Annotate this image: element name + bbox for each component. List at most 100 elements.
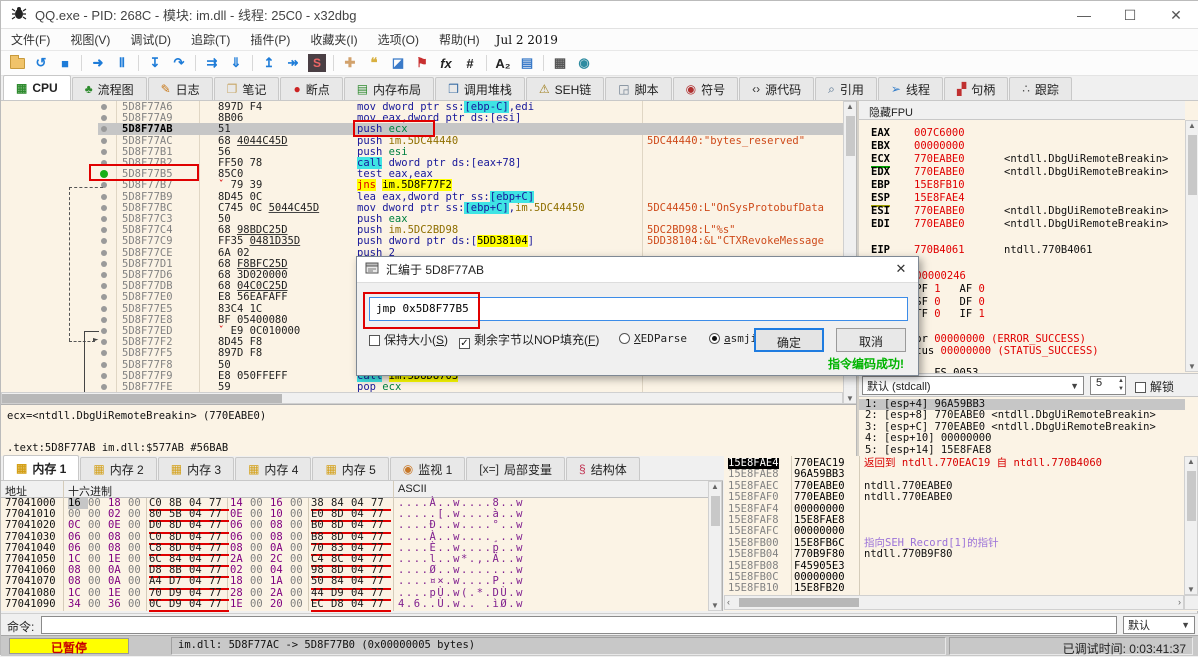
- disasm-row[interactable]: 5D8F77B7 ˇ 79 39 jns im.5D8F77F2: [1, 179, 843, 192]
- highlight-mode-icon[interactable]: A₂: [492, 53, 514, 73]
- tab-断点[interactable]: ● 断点: [280, 77, 343, 100]
- memory-row[interactable]: 77041070 08 00 0A 00 A4 D7 04 77 18 00 1A 00 50 84 04 77…: [1, 576, 708, 590]
- stop-icon[interactable]: ■: [54, 53, 76, 73]
- animate-into-icon[interactable]: ⇉: [201, 53, 223, 73]
- tab-内存 1[interactable]: ▦ 内存 1: [3, 455, 80, 480]
- row-dot[interactable]: [101, 328, 107, 334]
- disasm-row[interactable]: 5D8F77C4 68 98BDC25D push im.5DC2BD98 5DC2B…: [1, 224, 843, 236]
- internet-icon[interactable]: ◉: [573, 53, 595, 73]
- row-dot[interactable]: [101, 339, 107, 346]
- row-dot[interactable]: [101, 126, 107, 133]
- close-button[interactable]: ✕: [1153, 1, 1198, 29]
- dialog-close-icon[interactable]: ✕: [892, 261, 910, 279]
- register-row[interactable]: ESI 770EABE0 <ntdll.DbgUiRemoteBreakin>: [859, 205, 1185, 218]
- labels-icon[interactable]: ◪: [387, 53, 409, 73]
- row-dot[interactable]: [101, 238, 107, 245]
- row-dot[interactable]: [101, 372, 107, 379]
- xedparse-radio[interactable]: XEDParse: [619, 331, 687, 345]
- row-dot[interactable]: [101, 272, 107, 278]
- tab-SEH链[interactable]: ⚠ SEH链: [525, 77, 605, 100]
- arg-count-stepper[interactable]: 5 ▲ ▼: [1090, 376, 1126, 395]
- tab-结构体[interactable]: § 结构体: [566, 457, 640, 480]
- row-dot[interactable]: [101, 305, 107, 312]
- fill-nop-checkbox[interactable]: ✓ 剩余字节以NOP填充(F): [459, 331, 599, 349]
- ok-button[interactable]: 确定: [754, 328, 824, 352]
- patches-icon[interactable]: ✚: [339, 53, 361, 73]
- tab-引用[interactable]: ⌕ 引用: [815, 77, 877, 100]
- row-dot[interactable]: [101, 137, 107, 144]
- disasm-row[interactable]: 5D8F77B9 8D45 0C lea eax,dword ptr ss:[ebp…: [1, 190, 843, 203]
- command-input[interactable]: [41, 616, 1117, 634]
- tab-线程[interactable]: ➢ 线程: [877, 77, 943, 100]
- tab-流程图[interactable]: ♣ 流程图: [71, 77, 147, 100]
- menu-item[interactable]: 选项(O): [368, 29, 429, 50]
- stack-row[interactable]: 15E8FB08 F45905E3: [724, 560, 1184, 572]
- stack-row[interactable]: 15E8FB00 15E8FB6C 指向SEH_Record[1]的指针: [724, 537, 1184, 549]
- stack-row[interactable]: 15E8FB10 15E8FB20: [724, 582, 1184, 594]
- menu-item[interactable]: 视图(V): [60, 29, 120, 50]
- row-dot[interactable]: [101, 350, 107, 357]
- unlock-checkbox[interactable]: 解锁: [1135, 378, 1174, 395]
- row-dot[interactable]: [101, 283, 107, 290]
- minimize-button[interactable]: —: [1061, 1, 1107, 29]
- stack-row[interactable]: 15E8FB0C 00000000: [724, 571, 1184, 583]
- tab-笔记[interactable]: ❐ 笔记: [213, 77, 280, 100]
- row-dot[interactable]: [101, 227, 107, 234]
- arg-row[interactable]: 5: [esp+14] 15E8FAE8: [859, 444, 1185, 456]
- tab-内存 5[interactable]: ▦ 内存 5: [312, 457, 389, 480]
- stack-row[interactable]: 15E8FAF0 770EABE0 ntdll.770EABE0: [724, 491, 1184, 503]
- hide-fpu-button[interactable]: 隐藏FPU: [859, 101, 1185, 120]
- row-dot[interactable]: [101, 384, 107, 390]
- row-dot[interactable]: [101, 316, 107, 323]
- tab-内存 4[interactable]: ▦ 内存 4: [235, 457, 312, 480]
- tab-内存 2[interactable]: ▦ 内存 2: [80, 457, 157, 480]
- menu-item[interactable]: 文件(F): [1, 29, 60, 50]
- stack-row[interactable]: 15E8FAF8 15E8FAE8: [724, 514, 1184, 526]
- step-out-icon[interactable]: ↥: [258, 53, 280, 73]
- menu-item[interactable]: 收藏夹(I): [300, 29, 367, 50]
- row-dot[interactable]: [101, 204, 107, 211]
- memory-row[interactable]: 77041020 0C 00 0E 00 D0 8D 04 77 06 00 08 00 B0 8D 04 77…: [1, 520, 708, 534]
- tab-CPU[interactable]: ▦ CPU: [3, 75, 71, 100]
- tab-局部变量[interactable]: [x=] 局部变量: [466, 457, 565, 480]
- row-dot[interactable]: [101, 148, 107, 155]
- register-row[interactable]: ESP 15E8FAE4: [859, 192, 1185, 207]
- disasm-row[interactable]: 5D8F77B1 56 push esi: [1, 146, 843, 158]
- stack-row[interactable]: 15E8FB04 770B9F80 ntdll.770B9F80: [724, 548, 1184, 560]
- bookmarks-icon[interactable]: ⚑: [411, 53, 433, 73]
- register-row[interactable]: ECX 770EABE0 <ntdll.DbgUiRemoteBreakin>: [859, 153, 1185, 168]
- disasm-row[interactable]: 5D8F77C9 FF35 0481D35D push dword ptr ds:[…: [1, 235, 843, 248]
- calculator-icon[interactable]: ▦: [549, 53, 571, 73]
- tab-符号[interactable]: ◉ 符号: [672, 77, 739, 100]
- stack-vscrollbar[interactable]: ▲ ▼: [1184, 456, 1198, 595]
- scylla-icon[interactable]: S: [306, 53, 328, 73]
- hash-icon[interactable]: #: [459, 53, 481, 73]
- stack-row[interactable]: 15E8FAF4 00000000: [724, 503, 1184, 515]
- register-row[interactable]: EAX 007C6000: [859, 127, 1185, 140]
- row-dot[interactable]: [101, 193, 107, 200]
- disasm-row[interactable]: 5D8F77A6 897D F4 mov dword ptr ss:[ebp-C],…: [1, 101, 843, 113]
- memory-vscrollbar[interactable]: ▲ ▼: [708, 481, 722, 611]
- run-to-user-icon[interactable]: ↠: [282, 53, 304, 73]
- maximize-button[interactable]: ☐: [1107, 1, 1153, 29]
- open-file-icon[interactable]: [6, 53, 28, 73]
- arg-row[interactable]: 4: [esp+10] 00000000: [859, 432, 1185, 444]
- command-profile-select[interactable]: 默认 ▼: [1123, 616, 1195, 634]
- register-row[interactable]: EBP 15E8FB10: [859, 179, 1185, 192]
- tab-跟踪[interactable]: ∴ 跟踪: [1009, 77, 1072, 100]
- disasm-hscrollbar[interactable]: [1, 392, 843, 404]
- tab-脚本[interactable]: ◲ 脚本: [605, 77, 672, 100]
- stack-hscrollbar[interactable]: ‹ ›: [724, 595, 1184, 610]
- step-into-icon[interactable]: ↧: [144, 53, 166, 73]
- memory-dump-pane[interactable]: 地址 十六进制 ASCII 77041000 16 00 18 00 C0 8B 04 77 14…: [1, 481, 723, 612]
- run-icon[interactable]: ➜: [87, 53, 109, 73]
- tab-调用堆栈[interactable]: ❒ 调用堆栈: [435, 77, 525, 100]
- row-dot[interactable]: [101, 104, 107, 110]
- functions-icon[interactable]: fx: [435, 53, 457, 73]
- register-row[interactable]: EBX 00000000: [859, 140, 1185, 153]
- stack-pane[interactable]: 15E8FAE4 770EAC19 返回到 ntdll.770EAC19 自 ntd…: [724, 456, 1198, 611]
- tab-内存 3[interactable]: ▦ 内存 3: [157, 457, 235, 480]
- tab-源代码[interactable]: ‹› 源代码: [739, 77, 815, 100]
- register-row[interactable]: EDI 770EABE0 <ntdll.DbgUiRemoteBreakin>: [859, 218, 1185, 231]
- menu-item[interactable]: 调试(D): [120, 29, 181, 50]
